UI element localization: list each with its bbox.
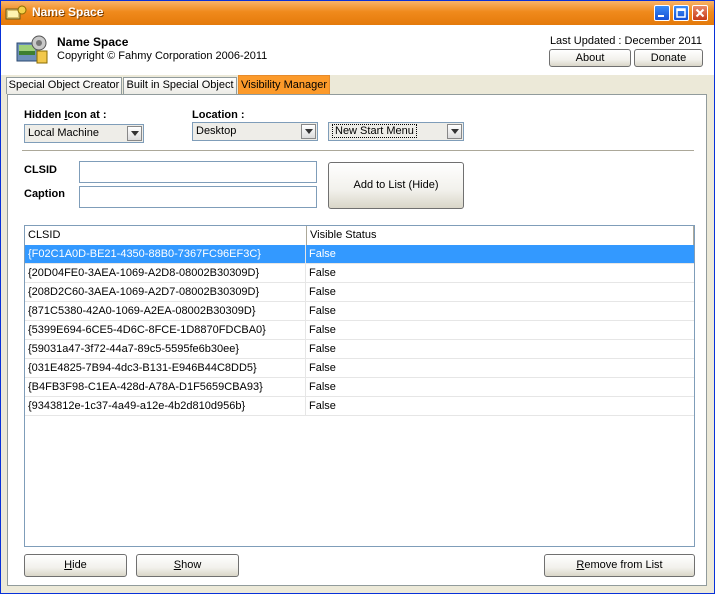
close-button[interactable] [692,5,708,21]
row-clsid: {F02C1A0D-BE21-4350-88B0-7367FC96EF3C} [25,245,306,263]
divider [22,150,694,152]
tab-strip: Special Object Creator Built in Special … [1,75,714,95]
hidden-icon-select[interactable]: Local Machine [24,124,144,143]
tab-special-object-creator[interactable]: Special Object Creator [6,77,122,94]
column-header-clsid[interactable]: CLSID [25,226,307,245]
chevron-down-icon[interactable] [301,124,316,139]
column-header-visible-status[interactable]: Visible Status [307,226,694,245]
row-clsid: {5399E694-6CE5-4D6C-8FCE-1D8870FDCBA0} [25,321,306,339]
row-clsid: {871C5380-42A0-1069-A2EA-08002B30309D} [25,302,306,320]
menu-select-value: New Start Menu [332,124,417,138]
row-status: False [309,362,336,374]
row-clsid: {031E4825-7B94-4dc3-B131-E946B44C8DD5} [25,359,306,377]
tab-built-in-special-object[interactable]: Built in Special Object [123,77,237,94]
show-button[interactable]: Show [136,554,239,577]
visibility-manager-panel: Hidden Icon at : Local Machine Location … [7,94,707,586]
row-status: False [309,381,336,393]
close-icon [695,8,705,18]
location-label: Location : [192,109,245,121]
row-status: False [309,286,336,298]
table-row[interactable]: {871C5380-42A0-1069-A2EA-08002B30309D} Fa… [25,302,694,321]
copyright-text: Copyright © Fahmy Corporation 2006-2011 [57,50,268,62]
location-select[interactable]: Desktop [192,122,318,141]
app-icon [5,5,27,20]
app-logo-icon [16,35,48,64]
clsid-label: CLSID [24,164,57,176]
app-window: Name Space Name Space Copyright © Fahmy … [0,0,715,594]
row-status: False [309,324,336,336]
row-clsid: {20D04FE0-3AEA-1069-A2D8-08002B30309D} [25,264,306,282]
row-status: False [309,343,336,355]
app-header: Name Space Copyright © Fahmy Corporation… [1,25,714,75]
title-bar[interactable]: Name Space [1,1,714,25]
row-status: False [309,267,336,279]
clsid-list[interactable]: CLSID Visible Status {F02C1A0D-BE21-4350… [24,225,695,547]
table-row[interactable]: {B4FB3F98-C1EA-428d-A78A-D1F5659CBA93} Fa… [25,378,694,397]
clsid-input[interactable] [79,161,317,183]
window-title: Name Space [32,5,104,19]
tab-visibility-manager[interactable]: Visibility Manager [238,75,330,95]
row-status: False [309,305,336,317]
caption-label: Caption [24,188,65,200]
menu-select[interactable]: New Start Menu [328,122,464,141]
minimize-icon [658,15,664,17]
chevron-down-icon[interactable] [127,126,142,141]
hidden-icon-label: Hidden Icon at : [24,109,107,121]
minimize-button[interactable] [654,5,670,21]
row-clsid: {B4FB3F98-C1EA-428d-A78A-D1F5659CBA93} [25,378,306,396]
about-button[interactable]: About [549,49,631,67]
chevron-down-icon[interactable] [447,124,462,139]
row-status: False [309,400,336,412]
maximize-icon [676,8,686,18]
donate-button[interactable]: Donate [634,49,703,67]
table-row[interactable]: {208D2C60-3AEA-1069-A2D7-08002B30309D} Fa… [25,283,694,302]
table-row[interactable]: {F02C1A0D-BE21-4350-88B0-7367FC96EF3C} Fa… [25,245,694,264]
last-updated-text: Last Updated : December 2011 [549,35,702,47]
table-row[interactable]: {9343812e-1c37-4a49-a12e-4b2d810d956b} Fa… [25,397,694,416]
table-row[interactable]: {031E4825-7B94-4dc3-B131-E946B44C8DD5} Fa… [25,359,694,378]
hide-button[interactable]: Hide [24,554,127,577]
add-to-list-button[interactable]: Add to List (Hide) [328,162,464,209]
app-name: Name Space [57,35,129,49]
location-select-value: Desktop [196,125,237,137]
table-row[interactable]: {20D04FE0-3AEA-1069-A2D8-08002B30309D} Fa… [25,264,694,283]
list-header: CLSID Visible Status [25,226,694,246]
row-status: False [309,248,336,260]
caption-input[interactable] [79,186,317,208]
hidden-icon-select-value: Local Machine [28,127,99,139]
row-clsid: {59031a47-3f72-44a7-89c5-5595fe6b30ee} [25,340,306,358]
row-clsid: {9343812e-1c37-4a49-a12e-4b2d810d956b} [25,397,306,415]
row-clsid: {208D2C60-3AEA-1069-A2D7-08002B30309D} [25,283,306,301]
remove-from-list-button[interactable]: Remove from List [544,554,695,577]
table-row[interactable]: {5399E694-6CE5-4D6C-8FCE-1D8870FDCBA0} Fa… [25,321,694,340]
maximize-button[interactable] [673,5,689,21]
table-row[interactable]: {59031a47-3f72-44a7-89c5-5595fe6b30ee} Fa… [25,340,694,359]
